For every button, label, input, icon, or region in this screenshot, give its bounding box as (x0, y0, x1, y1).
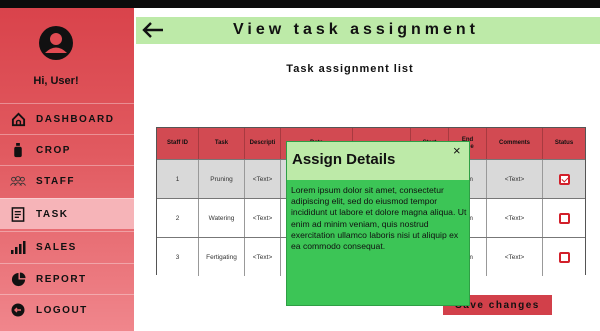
cell-staff-id: 3 (157, 238, 199, 276)
sidebar-item-crop[interactable]: CROP (0, 134, 134, 165)
status-checkbox[interactable] (558, 173, 570, 185)
cell-comments: <Text> (487, 199, 543, 237)
modal-body-text: Lorem ipsum dolor sit amet, consectetur … (291, 185, 467, 252)
cell-description: <Text> (245, 238, 281, 276)
sidebar-item-label: DASHBOARD (36, 113, 115, 125)
column-header: Descripti (245, 128, 281, 159)
report-icon (10, 271, 26, 287)
cell-task: Fertigating (199, 238, 245, 276)
column-header: Status (554, 140, 574, 146)
top-bar (0, 0, 600, 8)
cell-status (543, 160, 585, 198)
assign-details-modal: Assign Details × Lorem ipsum dolor sit a… (286, 141, 470, 306)
cell-status (543, 199, 585, 237)
cell-staff-id: 2 (157, 199, 199, 237)
sidebar-item-label: STAFF (36, 175, 75, 187)
close-icon[interactable]: × (453, 143, 461, 158)
status-checkbox[interactable] (558, 251, 570, 263)
list-title: Task assignment list (286, 63, 414, 75)
logout-icon (10, 302, 26, 318)
profile-section: Hi, User! (0, 8, 134, 100)
sidebar-item-label: REPORT (36, 273, 87, 285)
cell-description: <Text> (245, 199, 281, 237)
user-avatar-icon (39, 26, 73, 60)
sidebar-item-dashboard[interactable]: DASHBOARD (0, 103, 134, 134)
cell-task: Watering (199, 199, 245, 237)
column-header: Comments (487, 128, 543, 159)
cell-comments: <Text> (487, 160, 543, 198)
sidebar-item-task[interactable]: TASK (0, 198, 134, 229)
column-header: Staff ID (157, 128, 199, 159)
status-checkbox[interactable] (558, 212, 570, 224)
sidebar: Hi, User! DASHBOARD CROP STAFF TASK SALE… (0, 8, 134, 331)
page-header: View task assignment (136, 17, 600, 44)
sales-icon (10, 239, 26, 255)
task-icon (10, 206, 26, 222)
sidebar-item-sales[interactable]: SALES (0, 231, 134, 262)
modal-header: Assign Details × (287, 142, 469, 180)
modal-title: Assign Details (292, 151, 396, 168)
sidebar-item-label: TASK (36, 208, 69, 220)
sidebar-item-logout[interactable]: LOGOUT (0, 294, 134, 325)
page-title: View task assignment (233, 21, 479, 38)
cell-description: <Text> (245, 160, 281, 198)
sidebar-item-label: LOGOUT (36, 304, 88, 316)
crop-icon (10, 142, 26, 158)
sidebar-item-report[interactable]: REPORT (0, 263, 134, 294)
user-greeting: Hi, User! (33, 75, 79, 87)
sidebar-item-label: SALES (36, 241, 77, 253)
column-header: Task (199, 128, 245, 159)
cell-comments: <Text> (487, 238, 543, 276)
cell-staff-id: 1 (157, 160, 199, 198)
cell-task: Pruning (199, 160, 245, 198)
staff-icon (10, 173, 26, 189)
sidebar-item-staff[interactable]: STAFF (0, 165, 134, 196)
cell-status (543, 238, 585, 276)
sidebar-item-label: CROP (36, 144, 71, 156)
home-icon (10, 111, 26, 127)
